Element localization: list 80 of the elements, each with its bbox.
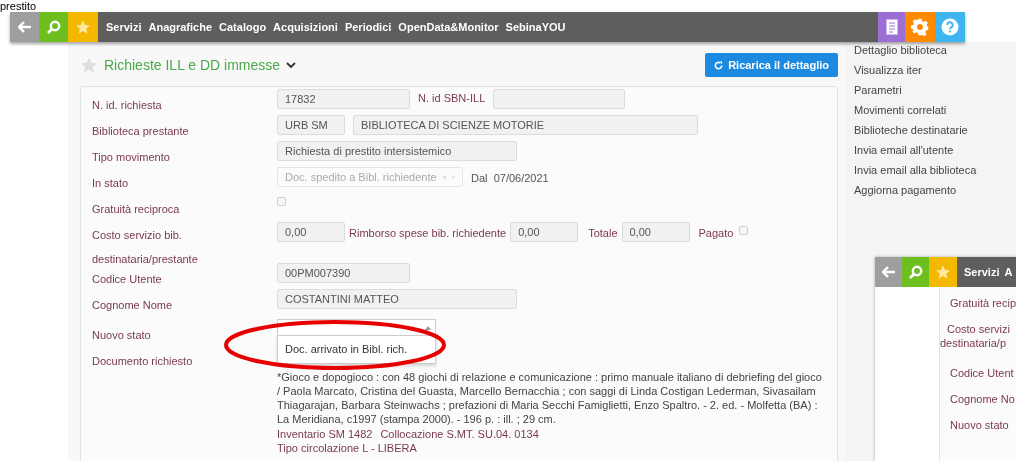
search-icon	[908, 264, 923, 280]
field-label: Totale	[588, 226, 618, 241]
page-title: Richieste ILL e DD immesse	[104, 55, 281, 75]
back-button[interactable]	[875, 257, 902, 287]
favorite-star-icon[interactable]	[80, 56, 98, 74]
sidebar-link[interactable]: Dettaglio biblioteca	[854, 43, 1016, 63]
star-icon	[935, 264, 951, 280]
text-field[interactable]: 0,00	[510, 222, 579, 242]
paid-checkbox[interactable]	[739, 226, 749, 235]
refresh-icon	[714, 60, 724, 70]
favorites-button[interactable]	[68, 12, 98, 42]
reciprocity-checkbox[interactable]	[277, 197, 286, 206]
field-label: Gratuità reciproca	[92, 203, 180, 215]
help-button[interactable]	[935, 12, 965, 42]
text-field[interactable]	[493, 89, 626, 109]
search-icon	[46, 19, 61, 35]
location-text: Collocazione S.MT. SU.04. 0134	[380, 427, 539, 441]
field-label: N. id SBN-ILL	[418, 91, 486, 105]
search-button[interactable]	[39, 12, 68, 42]
field-label: Codice Utent	[949, 366, 1015, 380]
text-field[interactable]: 00PM007390	[277, 263, 410, 283]
field-label: Nuovo stato	[949, 418, 1010, 432]
since-date: Dal 07/06/2021	[471, 171, 549, 186]
field-label: Biblioteca prestante	[92, 125, 189, 137]
sidebar-link[interactable]: Parametri	[854, 83, 1016, 103]
favorites-button[interactable]	[929, 257, 957, 287]
document-description: *Gioco e dopogioco : con 48 giochi di relazione e comunicazione : primo manuale italiano di debriefing del gioco / Paola Marcato, Cristina del Guasta, Marcello Bernacchia ; con saggi di Linda Costigan Lederman, Sivasailam Thiagarajan, Barbara Steinwachs ; prefazioni di Maria Secchi Famiglietti, Enzo Spaltro. - 2. ed. - Molfetta (BA) : La Meridiana, c1997 (stampa 2000). - 196 p. : ill. ; 29 cm.	[277, 370, 823, 426]
field-label: Costo servizio bib. destinataria/prestante	[92, 229, 198, 265]
field-label: Gratuità recip	[949, 296, 1016, 310]
field-label: destinataria/p	[939, 336, 1007, 350]
dropdown-caret-icon	[425, 325, 431, 330]
menu-item[interactable]: Servizi	[964, 263, 1000, 281]
text-field[interactable]: BIBLIOTECA DI SCIENZE MOTORIE	[353, 115, 698, 135]
sidebar-link[interactable]: Invia email alla biblioteca	[854, 163, 1016, 183]
search-button[interactable]	[902, 257, 929, 287]
field-label: Rimborso spese bib. richiedente	[349, 226, 507, 241]
menu-item[interactable]: SebinaYOU	[505, 18, 566, 36]
reload-button[interactable]: Ricarica il dettaglio	[705, 53, 838, 77]
document-button[interactable]	[878, 12, 905, 42]
arrow-left-icon	[881, 266, 896, 278]
back-button[interactable]	[10, 12, 39, 42]
menu-item[interactable]: Acquisizioni	[273, 18, 338, 36]
text-field[interactable]: COSTANTINI MATTEO	[277, 289, 517, 309]
field-label: Tipo movimento	[92, 151, 170, 163]
field-label: Nuovo stato	[92, 329, 151, 341]
sidebar-link[interactable]: Biblioteche destinatarie	[854, 123, 1016, 143]
text-field[interactable]: 0,00	[621, 222, 690, 242]
field-label: N. id. richiesta	[92, 99, 162, 111]
arrow-left-icon	[17, 21, 32, 33]
settings-button[interactable]	[905, 12, 935, 42]
gear-icon	[911, 18, 929, 36]
document-icon	[885, 19, 898, 35]
field-label: Costo servizi	[946, 322, 1011, 336]
text-field[interactable]: URB SM	[277, 115, 345, 135]
menu-item[interactable]: Periodici	[344, 18, 392, 36]
field-label: Codice Utente	[92, 273, 162, 285]
menu-item[interactable]: Catalogo	[219, 18, 267, 36]
star-icon	[75, 19, 91, 35]
circulation-text: Tipo circolazione L - LIBERA	[277, 441, 418, 455]
menu-item[interactable]: Servizi	[106, 18, 142, 36]
field-label: Documento richiesto	[92, 355, 193, 367]
text-field[interactable]: 0,00	[277, 222, 345, 242]
field-label: Cognome No	[949, 392, 1016, 406]
menu-item[interactable]: OpenData&Monitor	[398, 18, 499, 36]
field-label: Pagato	[698, 226, 734, 241]
inventory-text: Inventario SM 1482	[277, 427, 373, 441]
dropdown-option[interactable]: Doc. arrivato in Bibl. rich.	[278, 341, 435, 358]
field-label: Cognome Nome	[92, 299, 173, 311]
menu-item[interactable]: Anagrafiche	[148, 18, 213, 36]
sidebar-link[interactable]: Aggiorna pagamento	[854, 183, 1016, 203]
help-icon	[941, 18, 959, 36]
text-field[interactable]: 17832	[277, 89, 410, 109]
page-heading: prestito	[0, 0, 38, 12]
text-field[interactable]: Richiesta di prestito intersistemico	[277, 141, 517, 161]
chevron-down-icon[interactable]	[286, 61, 297, 69]
sidebar-link[interactable]: Invia email all'utente	[854, 143, 1016, 163]
sidebar-link[interactable]: Movimenti correlati	[854, 103, 1016, 123]
sidebar-link[interactable]: Visualizza iter	[854, 63, 1016, 83]
field-label: In stato	[92, 177, 129, 189]
menu-item[interactable]: A	[1004, 263, 1013, 281]
